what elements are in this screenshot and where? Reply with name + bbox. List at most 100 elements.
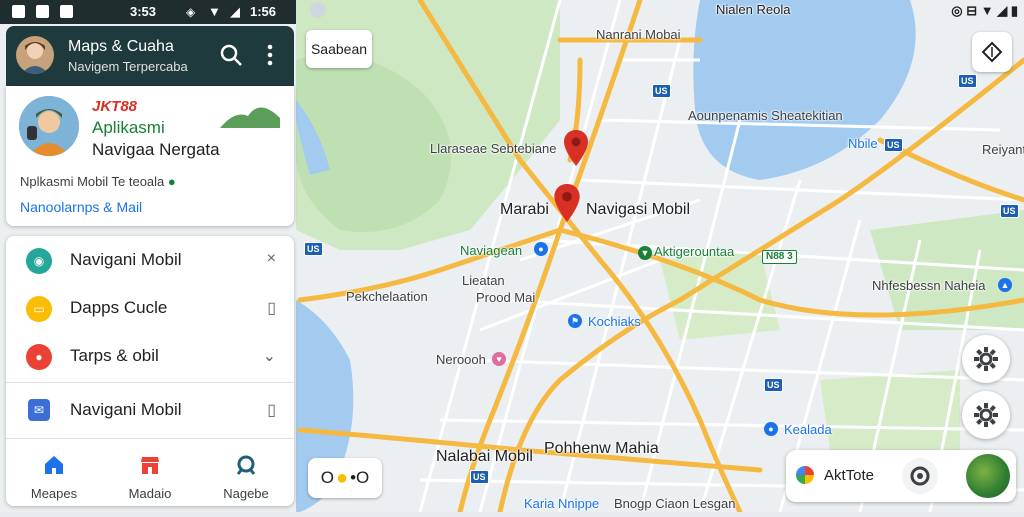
satellite-thumbnail[interactable] [966, 454, 1010, 498]
navigation-icon: ◉ [26, 248, 52, 274]
bookmark-icon[interactable]: ▯ [267, 400, 276, 420]
menu-card: ◉ Navigani Mobil × ▭ Dapps Cucle ▯ ● Tar… [6, 236, 294, 506]
promo-link[interactable]: Nanoolarnps & Mail [20, 199, 142, 215]
compass-button[interactable] [972, 32, 1012, 72]
compass-icon [981, 41, 1003, 63]
close-icon[interactable]: × [267, 250, 276, 268]
route-bar[interactable]: AktTote [786, 450, 1016, 502]
map-pin-icon[interactable] [554, 184, 580, 222]
store-icon [141, 457, 159, 474]
map-label: Pekchelaation [346, 289, 428, 304]
promo-headline: Navigaa Nergata [92, 140, 220, 159]
promo-description: Nplkasmi Mobil Te teoala ● [20, 174, 176, 189]
battery-icon: ▮ [1010, 3, 1018, 18]
nav-explore[interactable]: Nagebe [198, 447, 294, 501]
settings-button[interactable] [962, 335, 1010, 383]
promo-brand: JKT88 [92, 98, 138, 115]
status-icons: ◎ ⊟ ▼ ◢ ▮ [951, 3, 1018, 19]
map-label: Pohhenw Mahia [544, 440, 659, 457]
nav-label: Nagebe [223, 486, 269, 501]
map-label: Llaraseae Sebtebiane [430, 141, 557, 156]
location-pin-icon: ● [167, 174, 176, 189]
map-label: Prood Mai [476, 290, 536, 305]
road-shield: US [470, 470, 489, 484]
map-label: Karia Nnippe [524, 496, 600, 511]
notification-icon [60, 5, 73, 18]
vibrate-icon: ⊟ [966, 3, 978, 18]
map-label: Kochiaks [588, 314, 641, 329]
toggle-off-icon: O [320, 468, 334, 487]
map-label: Nbile [848, 136, 878, 151]
poi-icon[interactable]: ♥ [492, 352, 506, 366]
home-icon [45, 456, 63, 474]
menu-item-label: Navigani Mobil [70, 400, 182, 419]
map-label: Nhfesbessn Naheia [872, 278, 986, 293]
menu-item-label: Navigani Mobil [70, 250, 182, 269]
status-time: 3:53 [130, 4, 157, 19]
alarm-icon: ◎ [951, 3, 963, 18]
road-shield: US [884, 138, 903, 152]
bottom-navigation: Meapes Madaio Nagebe [6, 439, 294, 506]
poi-icon[interactable]: ⚑ [568, 314, 582, 328]
poi-icon[interactable]: ▼ [638, 246, 652, 260]
map-search-chip[interactable]: Saabean [306, 30, 372, 68]
bookmark-icon[interactable]: ▯ [267, 298, 276, 318]
status-time: 1:56 [250, 4, 277, 19]
poi-icon[interactable]: ▲ [998, 278, 1012, 292]
place-icon: ● [26, 344, 52, 370]
toggle-dot-icon: ● [335, 466, 349, 489]
my-location-button[interactable] [902, 458, 938, 494]
nav-home[interactable]: Meapes [6, 447, 102, 501]
menu-item-label: Tarps & obil [70, 346, 159, 365]
map-pin-icon[interactable] [564, 130, 588, 166]
menu-item-navigani-mobil-2[interactable]: ✉ Navigani Mobil ▯ [6, 386, 294, 434]
map-label: Lieatan [462, 273, 505, 288]
map-label: Kealada [784, 422, 832, 437]
search-icon[interactable] [218, 42, 244, 68]
notification-icon [12, 5, 25, 18]
menu-item-dapps-cucle[interactable]: ▭ Dapps Cucle ▯ [6, 284, 294, 332]
nav-store[interactable]: Madaio [102, 447, 198, 501]
cellular-icon: ◢ [230, 4, 240, 19]
divider [6, 382, 294, 383]
target-icon [910, 466, 930, 486]
map-label: Marabi [500, 201, 549, 218]
road-shield: US [1000, 204, 1019, 218]
card-icon: ▭ [26, 296, 52, 322]
explore-icon [236, 455, 256, 475]
menu-item-tarps-obil[interactable]: ● Tarps & obil ⌄ [6, 332, 294, 380]
chevron-down-icon[interactable]: ⌄ [263, 346, 276, 366]
location-icon [310, 2, 326, 18]
network-label: Nialen Reola [716, 2, 791, 17]
promo-card[interactable]: JKT88 Aplikasmi Navigaa Nergata Nplkasmi… [6, 86, 294, 226]
map-label: Bnogp Ciaon Lesgan [614, 496, 736, 511]
mail-icon: ✉ [28, 399, 50, 421]
more-options-icon[interactable] [260, 42, 280, 68]
nav-label: Madaio [128, 486, 172, 501]
gear-icon [974, 347, 998, 371]
notification-icon [36, 5, 49, 18]
layers-button[interactable] [962, 391, 1010, 439]
map-label: Neroooh [436, 352, 486, 367]
road-shield: US [958, 74, 977, 88]
app-header: Maps & Cuaha Navigem Terpercaba [6, 26, 294, 86]
toggle-on-icon: •O [350, 468, 370, 487]
app-title: Maps & Cuaha [68, 38, 174, 55]
map-label: Naviagean [460, 243, 523, 258]
cellular-icon: ◢ [997, 3, 1008, 18]
poi-icon[interactable]: ● [764, 422, 778, 436]
mode-toggle[interactable]: O ● •O [308, 458, 382, 498]
mascot-image [19, 96, 79, 156]
road-shield: US [764, 378, 783, 392]
app-subtitle: Navigem Terpercaba [68, 59, 188, 74]
map-label: Navigasi Mobil [586, 201, 691, 218]
map-label: Nalabai Mobil [436, 448, 533, 465]
poi-icon[interactable]: ● [534, 242, 548, 256]
menu-item-navigani-mobil[interactable]: ◉ Navigani Mobil × [6, 236, 294, 284]
status-bar: 3:53 ◈ ▼ ◢ 1:56 [0, 0, 296, 24]
map-label: Reiyant [982, 142, 1024, 157]
route-label: AktTote [824, 467, 875, 484]
gear-icon [974, 403, 998, 427]
road-shield: US [304, 242, 323, 256]
avatar[interactable] [16, 36, 54, 74]
